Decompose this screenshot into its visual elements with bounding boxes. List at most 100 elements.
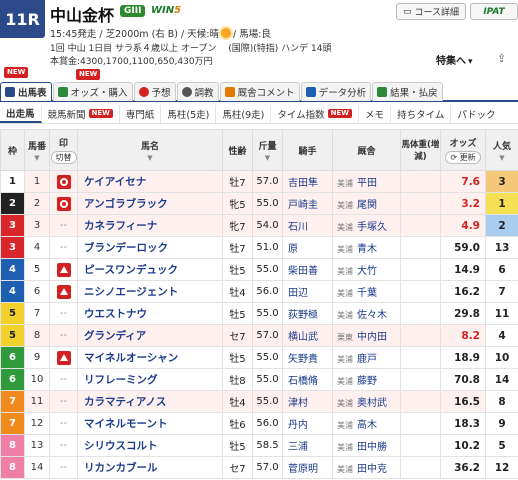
horse-name-link[interactable]: ブランデーロック: [77, 236, 223, 259]
jockey-link[interactable]: 柴田善: [282, 258, 333, 281]
race-number[interactable]: 11R: [0, 0, 45, 38]
horse-name-link[interactable]: ケイアイセナ: [77, 170, 223, 193]
tab-data[interactable]: データ分析: [300, 82, 372, 101]
jockey-link[interactable]: 石橋脩: [282, 368, 333, 391]
horse-name-link[interactable]: リカンカブール: [77, 456, 223, 479]
trainer-link[interactable]: 鹿戸: [357, 354, 377, 365]
mark-circle-icon[interactable]: [56, 196, 71, 211]
jockey-link[interactable]: 石川: [282, 214, 333, 237]
horse-name-link[interactable]: マイネルオーシャン: [77, 346, 223, 369]
jockey-link[interactable]: 田辺: [282, 280, 333, 303]
trainer-link[interactable]: 田中勝: [357, 442, 387, 453]
subtab-expert[interactable]: 専門紙: [120, 104, 162, 123]
odds-cell[interactable]: 8.2: [440, 324, 486, 347]
horse-name-link[interactable]: ニシノエージェント: [77, 280, 223, 303]
ipat-button[interactable]: IPAT: [470, 3, 518, 20]
trainer-link[interactable]: 佐々木: [357, 310, 387, 321]
jockey-link[interactable]: 横山武: [282, 324, 333, 347]
trainer-link[interactable]: 平田: [357, 178, 377, 189]
mark-triangle-icon[interactable]: [56, 262, 71, 277]
subtab-newspaper[interactable]: 競馬新聞 NEW: [42, 104, 120, 123]
trainer-link[interactable]: 千葉: [357, 288, 377, 299]
subtab-paddock[interactable]: パドック: [451, 105, 501, 123]
trainer-link[interactable]: 中内田: [357, 332, 387, 343]
odds-cell[interactable]: 14.9: [440, 258, 486, 281]
trainer-link[interactable]: 高木: [357, 420, 377, 431]
mark-cell: [49, 346, 78, 369]
subtab-entries[interactable]: 出走馬: [0, 104, 42, 123]
trainer-link[interactable]: 藤野: [357, 376, 377, 387]
mark-empty-icon[interactable]: --: [60, 440, 67, 451]
horse-name-link[interactable]: グランディア: [77, 324, 223, 347]
odds-cell[interactable]: 10.2: [440, 434, 486, 457]
horse-name-link[interactable]: アンゴラブラック: [77, 192, 223, 215]
jockey-link[interactable]: 原: [282, 236, 333, 259]
odds-cell[interactable]: 29.8: [440, 302, 486, 325]
odds-cell[interactable]: 18.9: [440, 346, 486, 369]
mark-triangle-icon[interactable]: [56, 284, 71, 299]
jockey-link[interactable]: 戸崎圭: [282, 192, 333, 215]
horse-name-link[interactable]: リフレーミング: [77, 368, 223, 391]
tab-chokyo[interactable]: 調教: [176, 82, 219, 101]
jockey-link[interactable]: 菅原明: [282, 456, 333, 479]
subtab-past9[interactable]: 馬柱(9走): [216, 104, 272, 123]
mark-toggle-button[interactable]: 切替: [50, 151, 77, 164]
mark-circle-icon[interactable]: [56, 174, 71, 189]
trainer-link[interactable]: 奥村武: [357, 398, 387, 409]
odds-refresh-button[interactable]: ⟳ 更新: [445, 151, 481, 164]
trainer-link[interactable]: 手塚久: [357, 222, 387, 233]
jockey-link[interactable]: 三浦: [282, 434, 333, 457]
odds-cell[interactable]: 18.3: [440, 412, 486, 435]
mark-empty-icon[interactable]: --: [60, 418, 67, 429]
odds-cell[interactable]: 36.2: [440, 456, 486, 479]
win5-logo[interactable]: WIN5: [151, 5, 181, 16]
subtab-paddock-label: パドック: [457, 109, 496, 121]
jockey-link[interactable]: 丹内: [282, 412, 333, 435]
jockey-link[interactable]: 荻野極: [282, 302, 333, 325]
col-pop[interactable]: 人気 ▼: [485, 129, 518, 171]
mark-empty-icon[interactable]: --: [60, 396, 67, 407]
tab-yoso[interactable]: 予想: [133, 82, 176, 101]
share-icon[interactable]: ⇪: [497, 52, 506, 65]
horse-name-link[interactable]: ピースワンデュック: [77, 258, 223, 281]
mark-empty-icon[interactable]: --: [60, 220, 67, 231]
subtab-best-time[interactable]: 持ちタイム: [391, 104, 452, 123]
horse-name-link[interactable]: カラマティアノス: [77, 390, 223, 413]
subtab-past5[interactable]: 馬柱(5走): [161, 104, 217, 123]
feature-link[interactable]: 特集へ: [436, 52, 473, 67]
mark-empty-icon[interactable]: --: [60, 242, 67, 253]
mark-empty-icon[interactable]: --: [60, 462, 67, 473]
tab-shutuba[interactable]: 出馬表: [0, 82, 52, 101]
jockey-link[interactable]: 矢野貴: [282, 346, 333, 369]
odds-cell[interactable]: 7.6: [440, 170, 486, 193]
col-name[interactable]: 馬名 ▼: [77, 129, 223, 171]
mark-empty-icon[interactable]: --: [60, 330, 67, 341]
odds-cell[interactable]: 59.0: [440, 236, 486, 259]
jockey-link[interactable]: 吉田隼: [282, 170, 333, 193]
horse-name-link[interactable]: マイネルモーント: [77, 412, 223, 435]
col-umaban[interactable]: 馬番 ▼: [24, 129, 50, 171]
tab-odds[interactable]: オッズ・購入: [52, 82, 133, 101]
subtab-time-index[interactable]: タイム指数 NEW: [271, 104, 360, 123]
horse-name-link[interactable]: シリウスコルト: [77, 434, 223, 457]
col-kinryo[interactable]: 斤量 ▼: [252, 129, 283, 171]
odds-cell[interactable]: 3.2: [440, 192, 486, 215]
trainer-link[interactable]: 尾関: [357, 200, 377, 211]
trainer-link[interactable]: 田中克: [357, 464, 387, 475]
odds-cell[interactable]: 16.2: [440, 280, 486, 303]
odds-cell[interactable]: 70.8: [440, 368, 486, 391]
tab-result[interactable]: 結果・払戻: [372, 82, 443, 101]
mark-triangle-icon[interactable]: [56, 350, 71, 365]
horse-name-link[interactable]: カネラフィーナ: [77, 214, 223, 237]
jockey-link[interactable]: 津村: [282, 390, 333, 413]
trainer-link[interactable]: 大竹: [357, 266, 377, 277]
horse-name-link[interactable]: ウエストナウ: [77, 302, 223, 325]
mark-empty-icon[interactable]: --: [60, 374, 67, 385]
course-detail-button[interactable]: ▭ コース詳細: [396, 3, 466, 20]
subtab-memo[interactable]: メモ: [359, 104, 392, 123]
odds-cell[interactable]: 4.9: [440, 214, 486, 237]
mark-empty-icon[interactable]: --: [60, 308, 67, 319]
trainer-link[interactable]: 青木: [357, 244, 377, 255]
odds-cell[interactable]: 16.5: [440, 390, 486, 413]
tab-comment[interactable]: 厩舎コメント: [219, 82, 300, 101]
